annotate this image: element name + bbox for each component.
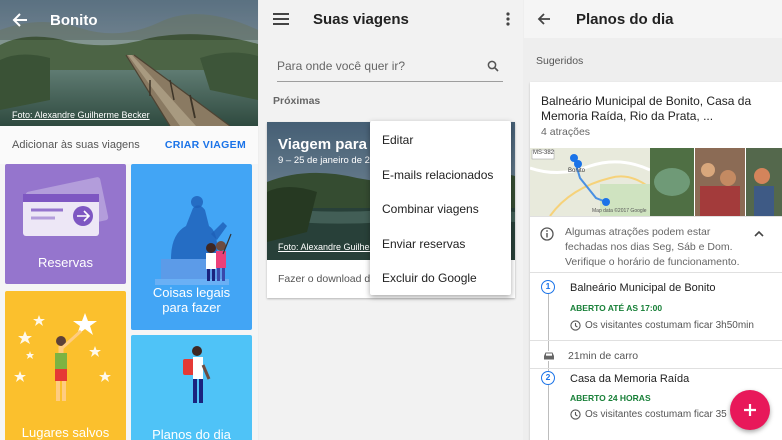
trip-dates: 9 – 25 de janeiro de 2 <box>278 155 370 166</box>
map-copyright: Map data ©2017 Google <box>592 208 647 214</box>
back-button[interactable] <box>0 0 40 40</box>
search-icon[interactable] <box>487 60 499 72</box>
hiker-illustration-icon <box>183 346 211 403</box>
page-title: Suas viagens <box>313 10 409 28</box>
suggested-section-header: Sugeridos <box>536 55 584 67</box>
photo-credit-link[interactable]: Foto: Alexandre Guilherme Becker <box>12 110 150 120</box>
menu-item-merge-trips[interactable]: Combinar viagens <box>370 192 511 227</box>
drive-duration: 21min de carro <box>568 350 639 362</box>
tile-day-plans[interactable]: Planos do dia <box>131 335 252 440</box>
top-app-bar: Suas viagens <box>259 0 523 38</box>
menu-item-edit[interactable]: Editar <box>370 123 511 158</box>
stop-1-duration: Os visitantes costumam ficar 3h50min <box>585 320 754 331</box>
clock-icon <box>570 409 581 420</box>
app-screens: Bonito Foto: Alexandre Guilherme Becker … <box>0 0 782 440</box>
menu-item-send-reservations[interactable]: Enviar reservas <box>370 227 511 262</box>
stop-1-hours: ABERTO ATÉ AS 17:00 <box>570 303 663 313</box>
destination-screen: Bonito Foto: Alexandre Guilherme Becker … <box>0 0 258 440</box>
your-trips-screen: Suas viagens Para onde você quer ir? Pró… <box>259 0 523 440</box>
stop-2-name[interactable]: Casa da Memoria Raída <box>570 373 689 385</box>
create-trip-button[interactable]: CRIAR VIAGEM <box>165 139 246 151</box>
tile-reservations[interactable]: Reservas <box>5 164 126 284</box>
car-icon <box>543 351 555 361</box>
destination-title: Bonito <box>50 11 98 29</box>
tile-things-to-do[interactable]: Coisas legais para fazer <box>131 164 252 330</box>
day-plans-screen: Planos do dia Sugeridos Balneário Munici… <box>524 0 782 440</box>
menu-item-delete-from-google[interactable]: Excluir do Google <box>370 261 511 296</box>
trip-title: Viagem para B <box>278 136 382 153</box>
overflow-menu-button[interactable] <box>493 0 523 38</box>
menu-item-related-emails[interactable]: E-mails relacionados <box>370 158 511 193</box>
top-app-bar: Planos do dia <box>524 0 782 38</box>
plus-icon <box>744 404 756 416</box>
divider <box>530 272 782 273</box>
stop-2-duration: Os visitantes costumam ficar 35 <box>585 409 727 420</box>
tile-saved-places[interactable]: Lugares salvos <box>5 291 126 440</box>
add-fab-button[interactable] <box>730 390 770 430</box>
page-title: Planos do dia <box>576 10 674 28</box>
download-offline-link[interactable]: Fazer o download de <box>278 273 376 285</box>
map-town-label: Bonito <box>568 168 586 174</box>
menu-button[interactable] <box>259 0 303 38</box>
stop-2-number: 2 <box>541 371 555 385</box>
upcoming-section-header: Próximas <box>273 95 321 107</box>
stop-1-number: 1 <box>541 280 555 294</box>
add-to-trips-label: Adicionar às suas viagens <box>12 139 140 151</box>
timeline-line <box>548 286 549 440</box>
search-placeholder: Para onde você quer ir? <box>277 58 406 73</box>
stop-1-name[interactable]: Balneário Municipal de Bonito <box>570 282 716 294</box>
clock-icon <box>570 320 581 331</box>
trip-photo-credit[interactable]: Foto: Alexandre Guilherm <box>278 242 380 252</box>
tile-day-plans-label: Planos do dia <box>152 427 231 440</box>
tile-saved-places-label: Lugares salvos <box>21 425 110 440</box>
closure-notice-text: Algumas atrações podem estar fechadas no… <box>565 226 740 268</box>
divider <box>530 368 782 369</box>
divider <box>530 340 782 341</box>
hamburger-menu-icon <box>273 13 289 25</box>
day-plan-card[interactable]: Balneário Municipal de Bonito, Casa da M… <box>530 82 782 440</box>
chevron-up-icon[interactable] <box>754 230 764 237</box>
stop-2-hours: ABERTO 24 HORAS <box>570 393 651 403</box>
closure-notice[interactable]: Algumas atrações podem estar fechadas no… <box>530 216 782 272</box>
search-input[interactable]: Para onde você quer ir? <box>277 50 503 82</box>
trip-options-menu: Editar E-mails relacionados Combinar via… <box>370 121 511 295</box>
add-to-trips-row: Adicionar às suas viagens CRIAR VIAGEM <box>0 126 258 164</box>
back-button[interactable] <box>524 0 564 38</box>
info-icon <box>540 227 554 241</box>
arrow-back-icon <box>537 13 550 25</box>
arrow-back-icon <box>12 13 27 27</box>
map-road-label: MS-382 <box>533 150 555 156</box>
tile-things-to-do-label: Coisas legais para fazer <box>152 285 231 315</box>
tile-reservations-label: Reservas <box>38 255 93 270</box>
more-vert-icon <box>506 12 510 26</box>
stars-illustration-icon <box>14 313 111 401</box>
attractions-count: 4 atrações <box>541 126 591 138</box>
day-plan-title: Balneário Municipal de Bonito, Casa da M… <box>541 94 752 123</box>
top-app-bar: Bonito <box>0 0 258 40</box>
map-and-photos-strip[interactable]: MS-382 Bonito Map data ©2017 Google <box>530 148 782 217</box>
